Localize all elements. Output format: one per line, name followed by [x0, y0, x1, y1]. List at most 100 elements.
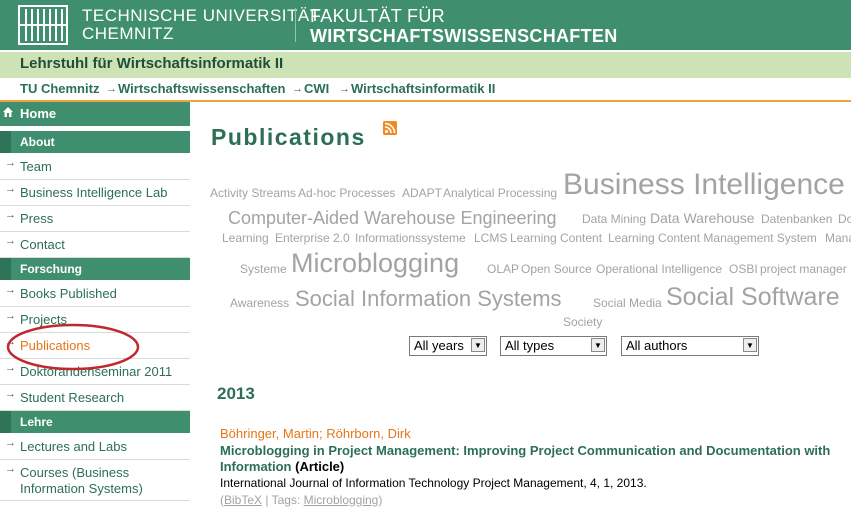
university-name[interactable]: TECHNISCHE UNIVERSITÄT CHEMNITZ [82, 7, 321, 43]
publication-type: (Article) [295, 459, 345, 474]
sidebar-item-bi-lab[interactable]: → Business Intelligence Lab [0, 180, 190, 206]
arrow-right-icon: → [5, 437, 16, 449]
tag-link[interactable]: Data Warehouse [650, 210, 755, 226]
arrow-right-icon: → [5, 388, 16, 400]
sidebar-item-label: Student Research [20, 390, 125, 405]
arrow-right-icon: → [5, 336, 16, 348]
sidebar-item-label: Press [20, 211, 54, 226]
tag-link[interactable]: Business Intelligence [563, 168, 845, 202]
sidebar-item-books[interactable]: → Books Published [0, 281, 190, 307]
publication-meta: (BibTeX | Tags: Microblogging) [220, 493, 383, 507]
tag-link[interactable]: Open Source [521, 262, 592, 276]
breadcrumb: TU Chemnitz → Wirtschaftswissenschaften … [0, 78, 851, 100]
publication-venue: International Journal of Information Tec… [220, 476, 647, 490]
sidebar-item-home[interactable]: Home [0, 102, 190, 126]
author-filter-select[interactable]: All authors ▼ [621, 336, 759, 356]
faculty-name[interactable]: FAKULTÄT FÜR WIRTSCHAFTSWISSENSCHAFTEN [310, 6, 618, 46]
sidebar-item-projects[interactable]: → Projects [0, 307, 190, 333]
tag-link[interactable]: Enterprise 2.0 [275, 231, 350, 245]
sidebar-item-contact[interactable]: → Contact [0, 232, 190, 258]
publication-title-line2-text: Information [220, 459, 292, 474]
sidebar-item-label: Team [20, 159, 52, 174]
arrow-right-icon: → [5, 310, 16, 322]
tags-label: Tags: [271, 493, 301, 507]
tag-link[interactable]: OLAP [487, 262, 519, 276]
chevron-down-icon: ▼ [591, 338, 605, 352]
sidebar-item-label: Doktorandenseminar 2011 [20, 364, 173, 379]
arrow-right-icon: → [5, 183, 16, 195]
tag-link[interactable]: Social Software [666, 283, 840, 312]
breadcrumb-item-cwi[interactable]: CWI [304, 81, 329, 96]
university-logo-icon[interactable] [18, 5, 68, 45]
tag-link[interactable]: Learning [222, 231, 269, 245]
sidebar-section-forschung: Forschung [0, 258, 190, 280]
sidebar-item-label: Contact [20, 237, 65, 252]
tag-link[interactable]: OSBI [729, 262, 758, 276]
tag-link[interactable]: Mana [825, 231, 851, 245]
tag-link[interactable]: Microblogging [291, 248, 459, 279]
tag-link[interactable]: Learning Content Management System [608, 231, 817, 245]
sidebar-item-press[interactable]: → Press [0, 206, 190, 232]
rss-icon[interactable] [383, 121, 397, 135]
tag-link[interactable]: LCMS [474, 231, 507, 245]
sidebar-item-label: Courses (Business Information Systems) [20, 465, 143, 496]
sidebar-item-label: Business Intelligence Lab [20, 185, 168, 200]
type-filter-select[interactable]: All types ▼ [500, 336, 607, 356]
bibtex-link[interactable]: BibTeX [224, 493, 262, 507]
author-filter-value: All authors [626, 338, 688, 353]
publication-authors[interactable]: Böhringer, Martin; Röhrborn, Dirk [220, 426, 411, 441]
sidebar-section-lehre: Lehre [0, 411, 190, 433]
tag-link[interactable]: Systeme [240, 262, 287, 276]
chair-title[interactable]: Lehrstuhl für Wirtschaftsinformatik II [20, 55, 283, 72]
breadcrumb-item-wiwi[interactable]: Wirtschaftswissenschaften [118, 81, 286, 96]
university-name-line1: TECHNISCHE UNIVERSITÄT [82, 6, 321, 25]
sidebar-item-publications[interactable]: → Publications [0, 333, 190, 359]
tag-link[interactable]: Datenbanken [761, 212, 832, 226]
sidebar-item-lectures[interactable]: → Lectures and Labs [0, 434, 190, 460]
tag-link[interactable]: Social Media [593, 296, 662, 310]
sidebar-item-courses[interactable]: → Courses (Business Information Systems) [0, 460, 190, 501]
tag-link[interactable]: Ad-hoc Processes [298, 186, 395, 200]
chevron-down-icon: ▼ [743, 338, 757, 352]
sidebar-item-team[interactable]: → Team [0, 154, 190, 180]
publication-tag-link[interactable]: Microblogging [304, 493, 379, 507]
faculty-name-line2: WIRTSCHAFTSWISSENSCHAFTEN [310, 26, 618, 46]
sidebar-item-student-research[interactable]: → Student Research [0, 385, 190, 411]
breadcrumb-item-tu-chemnitz[interactable]: TU Chemnitz [20, 81, 99, 96]
tag-link[interactable]: Society [563, 315, 602, 329]
breadcrumb-arrow-icon: → [106, 83, 117, 95]
breadcrumb-item-wi2[interactable]: Wirtschaftsinformatik II [351, 81, 495, 96]
tag-link[interactable]: ADAPT [402, 186, 442, 200]
arrow-right-icon: → [5, 209, 16, 221]
year-filter-select[interactable]: All years ▼ [409, 336, 487, 356]
breadcrumb-arrow-icon: → [339, 83, 350, 95]
sidebar: Home About → Team → Business Intelligenc… [0, 102, 190, 510]
page-title: Publications [211, 124, 366, 150]
sidebar-item-label: Publications [20, 338, 91, 353]
arrow-right-icon: → [5, 362, 16, 374]
tag-link[interactable]: project manager [760, 262, 847, 276]
sidebar-section-label: Lehre [20, 415, 53, 429]
year-heading: 2013 [217, 384, 255, 403]
tag-link[interactable]: Computer-Aided Warehouse Engineering [228, 208, 557, 229]
publication-title-line2: Information (Article) [220, 459, 851, 475]
tag-link[interactable]: Awareness [230, 296, 289, 310]
publication-title[interactable]: Microblogging in Project Management: Imp… [220, 443, 851, 475]
sidebar-item-label: Projects [20, 312, 67, 327]
tag-link[interactable]: Do [838, 212, 851, 226]
tag-link[interactable]: Analytical Processing [443, 186, 557, 200]
arrow-right-icon: → [5, 463, 16, 475]
tag-link[interactable]: Social Information Systems [295, 286, 562, 312]
type-filter-value: All types [505, 338, 555, 353]
sidebar-item-label: Home [20, 106, 57, 121]
chevron-down-icon: ▼ [471, 338, 485, 352]
tag-link[interactable]: Informationssysteme [355, 231, 466, 245]
sidebar-item-doktorandenseminar[interactable]: → Doktorandenseminar 2011 [0, 359, 190, 385]
header-divider [295, 8, 296, 42]
tag-link[interactable]: Operational Intelligence [596, 262, 722, 276]
arrow-right-icon: → [5, 157, 16, 169]
chair-bar: Lehrstuhl für Wirtschaftsinformatik II [0, 50, 851, 78]
tag-link[interactable]: Learning Content [510, 231, 602, 245]
tag-link[interactable]: Data Mining [582, 212, 646, 226]
tag-link[interactable]: Activity Streams [210, 186, 296, 200]
